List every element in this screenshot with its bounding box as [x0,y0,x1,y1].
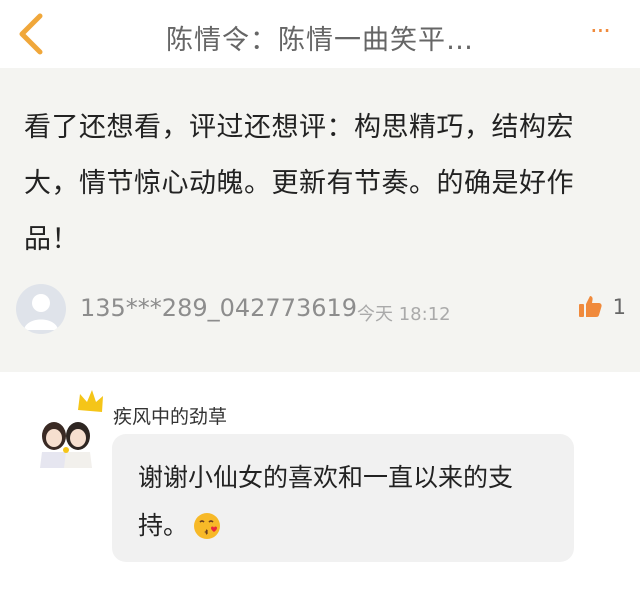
comment-timestamp: 今天 18:12 [357,304,451,325]
more-button[interactable]: ··· [590,19,624,46]
reply-avatar[interactable] [36,388,110,468]
thumbs-up-icon [578,296,602,317]
comment-text: 看了还想看，评过还想评：构思精巧，结构宏大，情节惊心动魄。更新有节奏。的确是好作… [24,112,574,255]
like-button[interactable]: 1 [577,292,626,322]
reply-bubble: 谢谢小仙女的喜欢和一直以来的支持。 [112,434,574,562]
reply-text-wrap: 谢谢小仙女的喜欢和一直以来的支持。 [138,454,558,557]
page-title: 陈情令：陈情一曲笑平… [166,25,474,56]
like-count: 1 [612,295,626,319]
comment-card: 看了还想看，评过还想评：构思精巧，结构宏大，情节惊心动魄。更新有节奏。的确是好作… [0,68,640,372]
default-avatar-icon [24,294,58,330]
more-dots-icon: ··· [590,17,611,45]
comment-username[interactable]: 135***289_042773619 [80,294,357,322]
avatar[interactable] [16,284,66,334]
author-avatar-icon [40,390,103,468]
top-bar: 陈情令：陈情一曲笑平… ··· [0,0,640,68]
reply-username[interactable]: 疾风中的劲草 [113,402,227,429]
author-reply: 疾风中的劲草 谢谢小仙女的喜欢和一直以来的支持。 [0,372,640,593]
kissing-heart-emoji-icon [192,509,222,557]
